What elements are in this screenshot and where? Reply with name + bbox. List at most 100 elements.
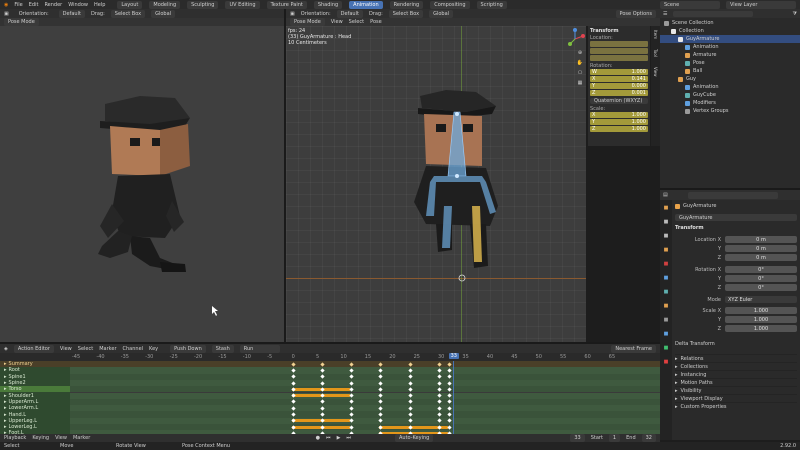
channel-expand-icon[interactable]: ▸ <box>4 399 7 405</box>
outliner-item[interactable]: Ball <box>660 67 800 75</box>
left-viewport[interactable] <box>0 26 284 342</box>
outliner-item[interactable]: Pose <box>660 59 800 67</box>
location-x-field[interactable] <box>590 41 648 47</box>
properties-tab-output-icon[interactable]: ■ <box>660 230 672 242</box>
stash-button[interactable]: Stash <box>211 344 234 353</box>
scale-y-field[interactable]: Y 1.000 <box>590 119 648 125</box>
action-menu-marker[interactable]: Marker <box>99 346 116 352</box>
outliner-item[interactable]: GuyCube <box>660 91 800 99</box>
transform-section-header[interactable]: Transform <box>675 225 797 233</box>
blender-logo-icon[interactable]: ◉ <box>4 2 8 8</box>
scale-field[interactable]: 1.000 <box>725 316 797 323</box>
zoom-icon[interactable]: ⊕ <box>578 50 582 56</box>
playback-menu-marker[interactable]: Marker <box>73 435 90 441</box>
channel-expand-icon[interactable]: ▸ <box>4 367 7 373</box>
pose-options-button[interactable]: Pose Options <box>615 9 656 18</box>
rotation-field[interactable]: 0° <box>725 284 797 291</box>
outliner-search-input[interactable] <box>673 10 754 17</box>
left-orientation-dropdown[interactable]: Default <box>58 9 85 18</box>
scale-field[interactable]: 1.000 <box>725 307 797 314</box>
menu-edit[interactable]: Edit <box>29 2 39 8</box>
push-down-button[interactable]: Push Down <box>170 344 206 353</box>
outliner-item[interactable]: Animation <box>660 83 800 91</box>
playhead-line[interactable] <box>452 361 454 434</box>
rotation-x-field[interactable]: X 0.141 <box>590 76 648 82</box>
properties-tab-tool-icon[interactable]: ■ <box>660 202 672 214</box>
scale-x-field[interactable]: X 1.000 <box>590 112 648 118</box>
properties-tab-object-icon[interactable]: ■ <box>660 300 672 312</box>
section-viewport-display[interactable]: ▸ Viewport Display <box>675 394 797 402</box>
menu-render[interactable]: Render <box>44 2 62 8</box>
end-frame-field[interactable]: 32 <box>641 434 656 442</box>
workspace-tab-layout[interactable]: Layout <box>117 0 143 9</box>
location-y-field[interactable] <box>590 48 648 54</box>
record-icon[interactable]: ● <box>316 435 320 441</box>
current-frame-field[interactable]: 33 <box>570 434 585 442</box>
channel-expand-icon[interactable]: ▸ <box>4 361 7 367</box>
rotation-mode-select[interactable]: XYZ Euler <box>725 296 797 303</box>
main-editor-type-icon[interactable]: ▣ <box>290 11 295 17</box>
section-custom-properties[interactable]: ▸ Custom Properties <box>675 402 797 410</box>
play-icon[interactable]: ▶ <box>337 435 341 441</box>
filter-icon[interactable]: ⧩ <box>793 11 797 17</box>
editor-type-icon[interactable]: ▣ <box>4 11 9 17</box>
sidebar-tab-view[interactable]: View <box>653 67 658 77</box>
channel-expand-icon[interactable]: ▸ <box>4 380 7 386</box>
properties-tab-physics-icon[interactable]: ■ <box>660 342 672 354</box>
properties-tab-collection-icon[interactable]: ■ <box>660 286 672 298</box>
location-field[interactable]: 0 m <box>725 245 797 252</box>
outliner-editor-icon[interactable]: ☰ <box>663 11 667 17</box>
playback-menu-view[interactable]: View <box>55 435 67 441</box>
action-selector[interactable]: Run <box>239 344 280 353</box>
properties-search-input[interactable] <box>687 191 778 199</box>
channel-expand-icon[interactable]: ▸ <box>4 393 7 399</box>
section-visibility[interactable]: ▸ Visibility <box>675 386 797 394</box>
workspace-tab-shading[interactable]: Shading <box>313 0 343 9</box>
properties-tab-scene-icon[interactable]: ■ <box>660 258 672 270</box>
channel-expand-icon[interactable]: ▸ <box>4 424 7 430</box>
action-menu-channel[interactable]: Channel <box>123 346 144 352</box>
rotation-z-field[interactable]: Z 0.001 <box>590 90 648 96</box>
delta-transform-section[interactable]: Delta Transform <box>675 341 797 350</box>
jump-start-icon[interactable]: ⏮ <box>326 435 331 441</box>
viewport-menu-view[interactable]: View <box>331 19 343 25</box>
location-z-field[interactable] <box>590 55 648 61</box>
grid-icon[interactable]: ▦ <box>578 80 583 86</box>
properties-tab-view-layer-icon[interactable]: ■ <box>660 244 672 256</box>
workspace-tab-rendering[interactable]: Rendering <box>389 0 424 9</box>
main-mode-dropdown[interactable]: Pose Mode <box>290 18 325 26</box>
main-global-dropdown[interactable]: Global <box>429 9 454 18</box>
main-orientation-dropdown[interactable]: Default <box>336 9 363 18</box>
frame-ruler[interactable]: -45 -40 -35 -30 -25 -20 -15 -10 -5 0 5 10 15 20 25 30 35… <box>0 353 660 361</box>
viewport-menu-select[interactable]: Select <box>349 19 364 25</box>
rotation-y-field[interactable]: Y 0.000 <box>590 83 648 89</box>
workspace-tab-texture-paint[interactable]: Texture Paint <box>266 0 307 9</box>
playhead-frame-indicator[interactable]: 33 <box>448 353 459 359</box>
workspace-tab-modeling[interactable]: Modeling <box>149 0 181 9</box>
left-drag-dropdown[interactable]: Select Box <box>110 9 146 18</box>
snap-mode-dropdown[interactable]: Nearest Frame <box>611 344 656 353</box>
outliner-item[interactable]: Vertex Groups <box>660 107 800 115</box>
workspace-tab-animation[interactable]: Animation <box>349 0 383 9</box>
rotation-field[interactable]: 0° <box>725 275 797 282</box>
camera-icon[interactable]: ⎔ <box>578 70 582 76</box>
view-layer-selector[interactable]: View Layer <box>726 0 796 9</box>
menu-help[interactable]: Help <box>94 2 105 8</box>
workspace-tab-scripting[interactable]: Scripting <box>476 0 507 9</box>
playback-menu-keying[interactable]: Keying <box>32 435 49 441</box>
viewport-menu-pose[interactable]: Pose <box>370 19 382 25</box>
sidebar-tab-item[interactable]: Item <box>653 30 658 39</box>
3d-cursor-icon[interactable] <box>458 274 466 282</box>
section-collections[interactable]: ▸ Collections <box>675 362 797 370</box>
workspace-tab-sculpting[interactable]: Sculpting <box>187 0 219 9</box>
location-field[interactable]: 0 m <box>725 236 797 243</box>
dopesheet-editor-icon[interactable]: ◈ <box>4 346 8 352</box>
outliner-item[interactable]: GuyArmature <box>660 35 800 43</box>
action-menu-view[interactable]: View <box>60 346 72 352</box>
properties-tab-particles-icon[interactable]: ■ <box>660 328 672 340</box>
properties-tab-render-icon[interactable]: ■ <box>660 216 672 228</box>
start-frame-field[interactable]: 1 <box>608 434 621 442</box>
jump-end-icon[interactable]: ⏭ <box>346 435 351 441</box>
object-datablock-field[interactable]: GuyArmature <box>675 214 797 221</box>
pan-hand-icon[interactable]: ✋ <box>577 60 583 66</box>
